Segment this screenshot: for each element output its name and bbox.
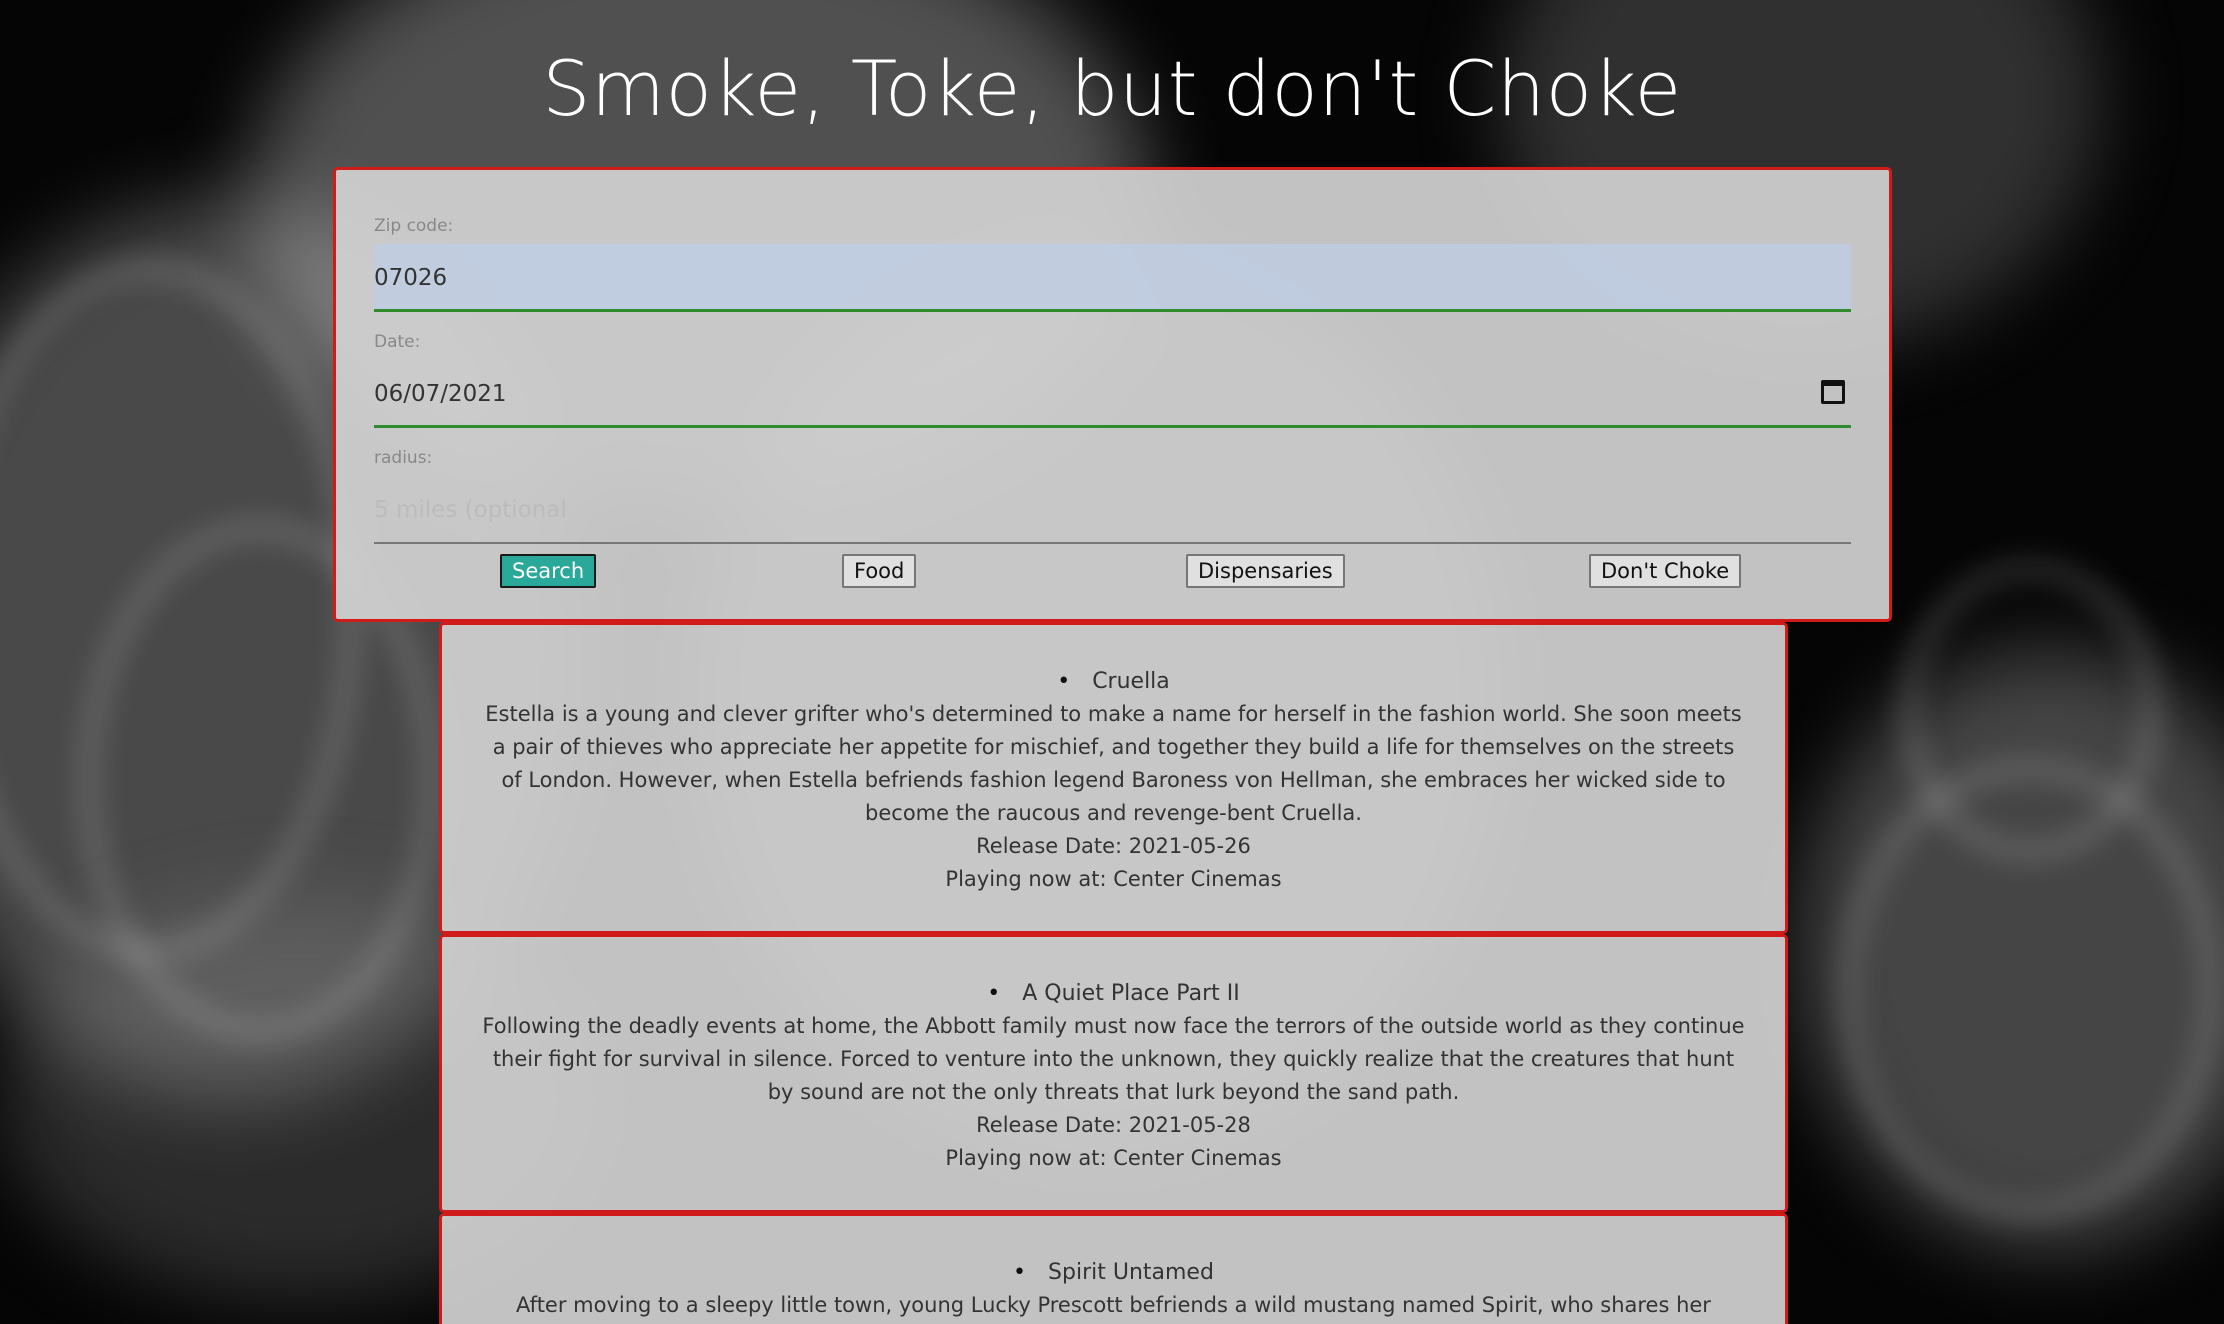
zip-value: 07026 [374, 265, 448, 291]
movie-card: Cruella Estella is a young and clever gr… [439, 622, 1788, 934]
button-row: Search Food Dispensaries Don't Choke [374, 554, 1851, 604]
zip-label: Zip code: [374, 216, 454, 236]
movie-card: A Quiet Place Part II Following the dead… [439, 934, 1788, 1213]
food-button[interactable]: Food [842, 554, 917, 588]
calendar-icon[interactable] [1821, 380, 1845, 404]
search-form: Zip code: 07026 Date: 06/07/2021 radius:… [333, 167, 1892, 622]
movie-description: Estella is a young and clever grifter wh… [485, 702, 1742, 825]
radius-placeholder: 5 miles (optional [374, 497, 567, 523]
page-title: Smoke, Toke, but don't Choke [542, 44, 1682, 133]
movie-card: Spirit Untamed After moving to a sleepy … [439, 1213, 1788, 1324]
date-value: 06/07/2021 [374, 381, 507, 407]
movie-release-date: Release Date: 2021-05-26 [976, 834, 1251, 858]
zip-input[interactable]: 07026 [374, 244, 1851, 312]
dispensaries-button[interactable]: Dispensaries [1186, 554, 1345, 588]
movie-playing-at: Playing now at: Center Cinemas [945, 867, 1282, 891]
movie-title: Cruella [1057, 665, 1170, 698]
movie-description: After moving to a sleepy little town, yo… [516, 1293, 1711, 1317]
date-label: Date: [374, 332, 421, 352]
movie-playing-at: Playing now at: Center Cinemas [945, 1146, 1282, 1170]
search-button[interactable]: Search [500, 554, 597, 588]
movie-release-date: Release Date: 2021-05-28 [976, 1113, 1251, 1137]
movie-title: Spirit Untamed [1013, 1256, 1214, 1289]
dont-choke-button[interactable]: Don't Choke [1589, 554, 1742, 588]
date-input[interactable]: 06/07/2021 [374, 360, 1851, 428]
radius-input[interactable]: 5 miles (optional [374, 476, 1851, 544]
movie-description: Following the deadly events at home, the… [482, 1014, 1745, 1104]
radius-label: radius: [374, 448, 433, 468]
movie-title: A Quiet Place Part II [987, 977, 1239, 1010]
